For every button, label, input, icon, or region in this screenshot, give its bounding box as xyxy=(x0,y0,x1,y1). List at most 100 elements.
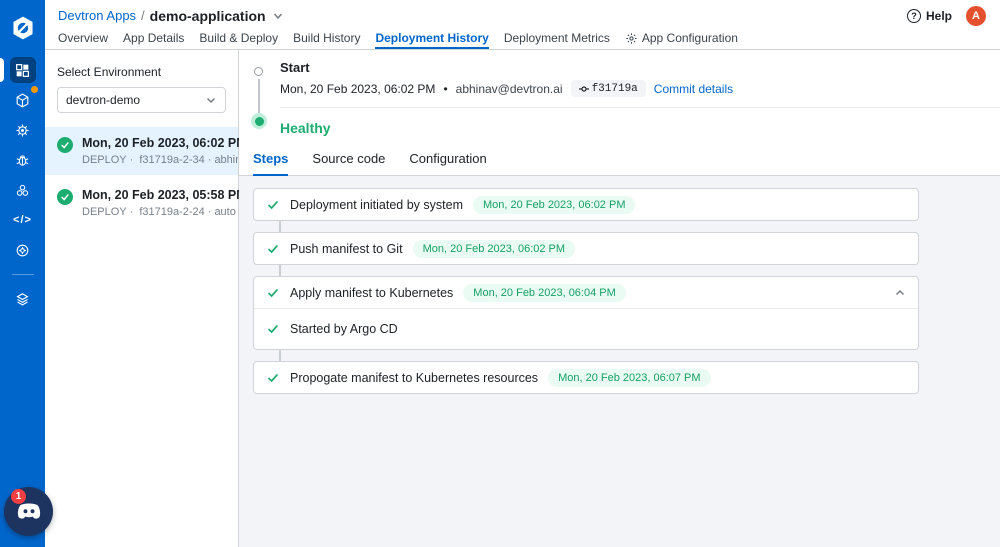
success-check-icon xyxy=(57,137,73,153)
sidebar-item-applications[interactable] xyxy=(0,55,45,85)
check-icon xyxy=(268,373,278,382)
step-card: Push manifest to Git Mon, 20 Feb 2023, 0… xyxy=(253,232,919,265)
tab-build-history[interactable]: Build History xyxy=(293,29,360,49)
commit-chip: f31719a xyxy=(570,80,646,97)
tab-app-details[interactable]: App Details xyxy=(123,29,184,49)
deployment-info: Mon, 20 Feb 2023, 06:02 PM DEPLOY · f317… xyxy=(82,136,247,166)
start-time: Mon, 20 Feb 2023, 06:02 PM xyxy=(280,81,436,96)
environment-dropdown[interactable]: devtron-demo xyxy=(57,87,226,113)
step-time-badge: Mon, 20 Feb 2023, 06:02 PM xyxy=(473,195,636,214)
tab-configuration[interactable]: Configuration xyxy=(409,151,486,176)
sidebar-item-releases[interactable] xyxy=(0,85,45,115)
timeline-healthy-dot-icon xyxy=(251,113,267,129)
deployment-type: DEPLOY xyxy=(82,154,127,166)
step-label: Apply manifest to Kubernetes xyxy=(290,285,454,300)
timeline-connector xyxy=(258,79,260,113)
tab-steps[interactable]: Steps xyxy=(253,151,289,176)
substep-row: Started by Argo CD xyxy=(254,308,918,349)
commit-details-link[interactable]: Commit details xyxy=(654,82,733,96)
deployment-list-item[interactable]: Mon, 20 Feb 2023, 06:02 PM DEPLOY · f317… xyxy=(45,127,247,175)
tab-deployment-metrics[interactable]: Deployment Metrics xyxy=(504,29,610,49)
help-button[interactable]: ? Help xyxy=(906,8,952,23)
step-time-badge: Mon, 20 Feb 2023, 06:04 PM xyxy=(463,283,626,302)
commit-hash: f31719a xyxy=(591,82,638,95)
steps-list: Deployment initiated by system Mon, 20 F… xyxy=(239,176,1000,547)
chevron-down-icon xyxy=(206,97,216,104)
deployment-time: Mon, 20 Feb 2023, 06:02 PM xyxy=(82,136,247,150)
detail-tabs: Steps Source code Configuration xyxy=(239,136,1000,176)
sidebar-nav: </> xyxy=(0,55,45,314)
header-actions: ? Help A xyxy=(906,5,986,26)
deployment-time: Mon, 20 Feb 2023, 05:58 PM xyxy=(82,188,247,202)
sidebar: </> xyxy=(0,0,45,547)
layers-icon xyxy=(10,286,36,312)
check-icon xyxy=(268,244,278,253)
app-name: demo-application xyxy=(149,7,266,24)
step-row: Push manifest to Git Mon, 20 Feb 2023, 0… xyxy=(254,233,918,264)
step-row[interactable]: Apply manifest to Kubernetes Mon, 20 Feb… xyxy=(254,277,918,308)
step-time-badge: Mon, 20 Feb 2023, 06:02 PM xyxy=(412,239,576,258)
image-tag: f31719a-2-24 xyxy=(139,206,205,218)
app-switcher-chevron-down-icon[interactable] xyxy=(272,10,284,22)
help-label: Help xyxy=(925,8,952,23)
collapse-chevron-up-icon[interactable] xyxy=(894,287,906,299)
tab-build-deploy[interactable]: Build & Deploy xyxy=(199,29,278,49)
deployment-list-item[interactable]: Mon, 20 Feb 2023, 05:58 PM DEPLOY · f317… xyxy=(45,179,247,227)
deployment-meta: DEPLOY · f31719a-2-24 · auto trig xyxy=(82,206,238,218)
tab-overview[interactable]: Overview xyxy=(58,29,108,49)
step-connector xyxy=(279,265,281,276)
notification-dot xyxy=(30,86,38,93)
sidebar-item-chart-store[interactable] xyxy=(0,115,45,145)
gear-icon xyxy=(626,32,637,44)
clusters-icon xyxy=(10,177,36,203)
tab-app-configuration[interactable]: App Configuration xyxy=(625,29,738,49)
meta-separator: · xyxy=(207,154,212,166)
sidebar-item-global-config[interactable] xyxy=(0,235,45,265)
tab-deployment-history[interactable]: Deployment History xyxy=(375,29,489,49)
step-connector xyxy=(279,350,281,361)
step-row: Deployment initiated by system Mon, 20 F… xyxy=(254,189,918,220)
code-icon: </> xyxy=(13,214,32,226)
sidebar-item-code[interactable]: </> xyxy=(0,205,45,235)
divider xyxy=(280,107,1000,108)
sidebar-divider xyxy=(11,274,34,275)
start-title: Start xyxy=(280,60,310,75)
environment-dropdown-value: devtron-demo xyxy=(66,93,141,107)
content-area: Select Environment devtron-demo Mon, 20 … xyxy=(45,50,1000,547)
breadcrumb: Devtron Apps / demo-application ? Help A xyxy=(45,0,1000,27)
discord-chat-button[interactable]: 1 xyxy=(4,487,53,536)
deployment-info: Mon, 20 Feb 2023, 05:58 PM DEPLOY · f317… xyxy=(82,188,247,218)
timeline-start-circle-icon xyxy=(254,67,263,76)
avatar[interactable]: A xyxy=(966,5,986,26)
meta-separator: · xyxy=(207,206,212,218)
step-label: Push manifest to Git xyxy=(290,241,403,256)
triggered-by: abhinav xyxy=(214,154,238,166)
breadcrumb-section-link[interactable]: Devtron Apps xyxy=(58,8,136,23)
gear-circle-icon xyxy=(10,237,36,263)
sidebar-item-resource-browser[interactable] xyxy=(0,175,45,205)
step-row: Propogate manifest to Kubernetes resourc… xyxy=(254,362,918,393)
author-email: abhinav@devtron.ai xyxy=(455,81,563,96)
check-icon xyxy=(268,200,278,209)
check-icon xyxy=(268,325,278,334)
step-label: Propogate manifest to Kubernetes resourc… xyxy=(290,370,539,385)
commit-icon xyxy=(578,85,589,92)
step-label: Deployment initiated by system xyxy=(290,197,463,212)
deployment-detail-panel: Start Mon, 20 Feb 2023, 06:02 PM • abhin… xyxy=(239,50,1000,547)
sidebar-item-jobs[interactable] xyxy=(0,145,45,175)
select-environment-label: Select Environment xyxy=(57,65,162,79)
bug-icon xyxy=(10,147,36,173)
image-tag: f31719a-2-34 xyxy=(139,154,205,166)
step-card: Propogate manifest to Kubernetes resourc… xyxy=(253,361,919,394)
step-connector xyxy=(279,221,281,232)
sidebar-item-stack-manager[interactable] xyxy=(0,284,45,314)
app-window: </> Devtron Apps / demo-application ? He… xyxy=(0,0,1000,547)
meta-bullet: • xyxy=(443,81,448,96)
tab-source-code[interactable]: Source code xyxy=(312,151,385,176)
cube-icon xyxy=(10,86,38,113)
grid-icon xyxy=(9,57,36,83)
question-mark-icon: ? xyxy=(906,8,921,23)
discord-icon xyxy=(17,503,40,519)
breadcrumb-separator: / xyxy=(141,8,145,23)
devtron-logo[interactable] xyxy=(0,0,45,55)
